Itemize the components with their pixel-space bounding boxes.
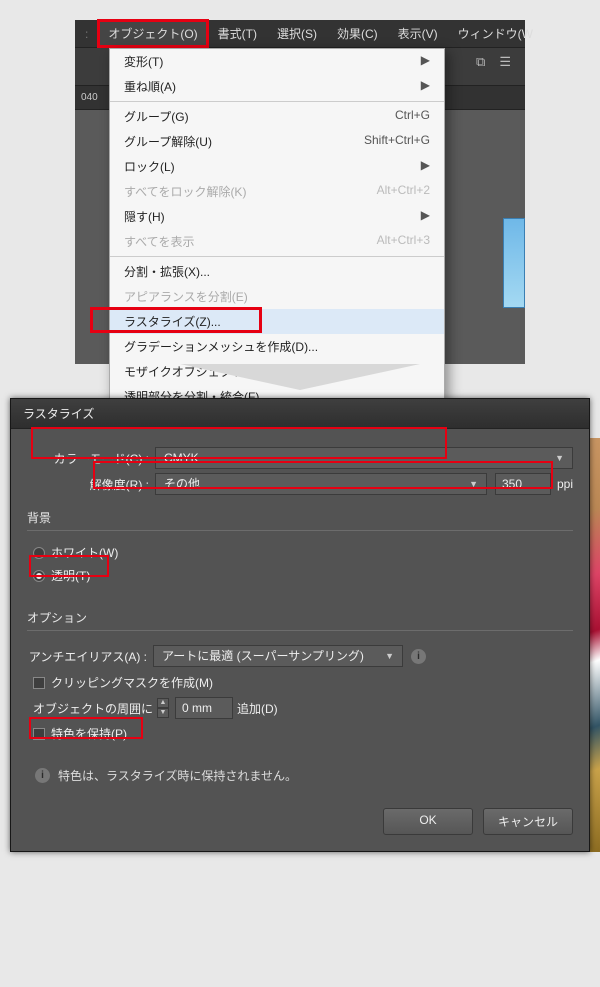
checkbox-icon: [33, 677, 45, 689]
menu-object[interactable]: オブジェクト(O): [98, 20, 207, 47]
label-padding-suffix: 追加(D): [237, 700, 278, 717]
menu-format[interactable]: 書式(T): [208, 20, 267, 47]
mi-transform[interactable]: 変形(T)▶: [110, 49, 444, 74]
info-icon[interactable]: i: [411, 649, 426, 664]
cancel-button[interactable]: キャンセル: [483, 808, 573, 835]
canvas-image-sliver: [503, 218, 525, 308]
label-padding-prefix: オブジェクトの周囲に: [33, 700, 153, 717]
panel-stack-icon[interactable]: ☰: [499, 54, 511, 70]
note-row: i 特色は、ラスタライズ時に保持されません。: [27, 767, 573, 784]
chevron-down-icon: ▼: [385, 646, 394, 666]
menubar-edge: :: [75, 20, 98, 47]
mi-gradient-mesh[interactable]: グラデーションメッシュを作成(D)...: [110, 334, 444, 359]
check-clip-mask[interactable]: クリッピングマスクを作成(M): [33, 671, 567, 694]
menu-window[interactable]: ウィンドウ(W: [448, 20, 543, 47]
radio-icon: [33, 547, 45, 559]
label-antialias: アンチエイリアス(A) :: [27, 648, 153, 665]
mi-show-all: すべてを表示Alt+Ctrl+3: [110, 229, 444, 254]
label-ppi-unit: ppi: [557, 477, 573, 491]
panel-toggle-icon[interactable]: ⧉: [476, 54, 485, 70]
row-resolution: 解像度(R) : その他▼ 350 ppi: [27, 473, 573, 495]
group-background-label: 背景: [27, 509, 573, 526]
dialog-title: ラスタライズ: [11, 399, 589, 429]
mi-expand[interactable]: 分割・拡張(X)...: [110, 259, 444, 284]
menu-select[interactable]: 選択(S): [267, 20, 327, 47]
menu-effect[interactable]: 効果(C): [327, 20, 388, 47]
stepper-padding[interactable]: ▲▼: [157, 698, 169, 718]
label-resolution: 解像度(R) :: [27, 476, 155, 493]
checkbox-icon: [33, 728, 45, 740]
mi-hide[interactable]: 隠す(H)▶: [110, 204, 444, 229]
mi-lock[interactable]: ロック(L)▶: [110, 154, 444, 179]
chevron-down-icon: ▼: [469, 474, 478, 494]
select-antialias[interactable]: アートに最適 (スーパーサンプリング)▼: [153, 645, 403, 667]
mi-ungroup[interactable]: グループ解除(U)Shift+Ctrl+G: [110, 129, 444, 154]
info-icon: i: [35, 768, 50, 783]
row-antialias: アンチエイリアス(A) : アートに最適 (スーパーサンプリング)▼ i: [27, 645, 567, 667]
label-color-mode: カラーモード(C) :: [27, 450, 155, 467]
menu-view[interactable]: 表示(V): [388, 20, 448, 47]
chevron-down-icon: ▼: [555, 448, 564, 468]
mi-group[interactable]: グループ(G)Ctrl+G: [110, 104, 444, 129]
input-ppi[interactable]: 350: [495, 473, 551, 495]
menubar: : オブジェクト(O) 書式(T) 選択(S) 効果(C) 表示(V) ウィンド…: [75, 20, 525, 48]
select-resolution[interactable]: その他▼: [155, 473, 487, 495]
input-padding[interactable]: 0 mm: [175, 697, 233, 719]
mi-expand-appearance: アピアランスを分割(E): [110, 284, 444, 309]
menu-screenshot: : オブジェクト(O) 書式(T) 選択(S) 効果(C) 表示(V) ウィンド…: [75, 20, 525, 364]
radio-transparent[interactable]: 透明(T): [33, 564, 567, 587]
radio-white[interactable]: ホワイト(W): [33, 541, 567, 564]
row-padding: オブジェクトの周囲に ▲▼ 0 mm 追加(D): [33, 694, 567, 722]
radio-icon: [33, 570, 45, 582]
group-options-label: オプション: [27, 609, 573, 626]
flow-arrow: [75, 364, 525, 394]
mi-arrange[interactable]: 重ね順(A)▶: [110, 74, 444, 99]
rasterize-dialog: ラスタライズ カラーモード(C) : CMYK▼ 解像度(R) : その他▼ 3…: [10, 398, 590, 852]
row-color-mode: カラーモード(C) : CMYK▼: [27, 447, 573, 469]
ok-button[interactable]: OK: [383, 808, 473, 835]
mi-rasterize[interactable]: ラスタライズ(Z)...: [110, 309, 444, 334]
check-preserve-spot[interactable]: 特色を保持(P): [33, 722, 567, 745]
mi-unlock-all: すべてをロック解除(K)Alt+Ctrl+2: [110, 179, 444, 204]
select-color-mode[interactable]: CMYK▼: [155, 447, 573, 469]
